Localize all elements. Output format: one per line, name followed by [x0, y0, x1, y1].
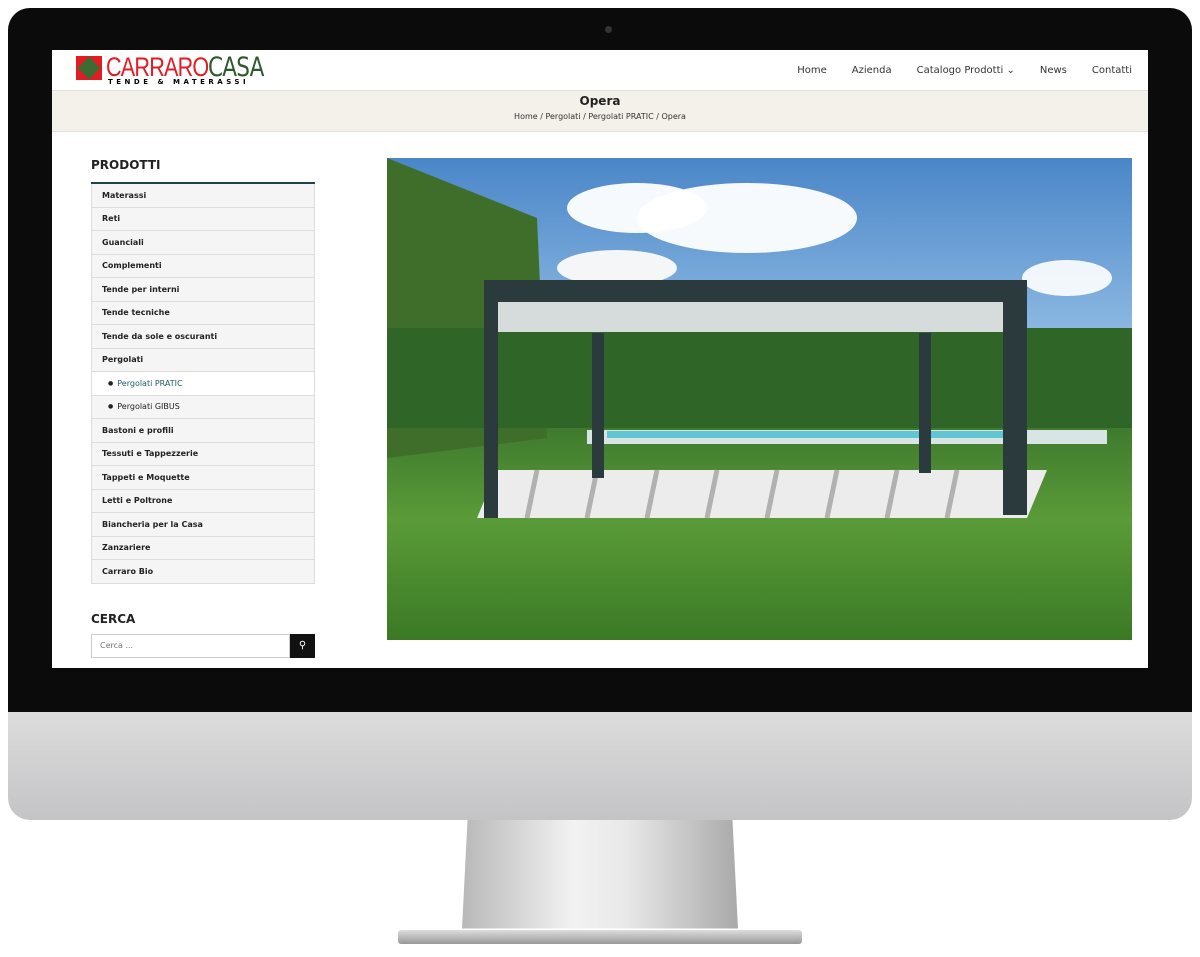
product-image — [387, 158, 1132, 640]
sidebar-item-pergolati-gibus[interactable]: Pergolati GIBUS — [91, 395, 315, 419]
title-bar: Opera Home / Pergolati / Pergolati PRATI… — [52, 90, 1148, 132]
sidebar-item-letti-e-poltrone[interactable]: Letti e Poltrone — [91, 489, 315, 513]
logo-text-green: CASA — [208, 52, 264, 83]
search-widget: CERCA ⚲ — [91, 612, 315, 658]
nav-catalogo-label: Catalogo Prodotti — [916, 64, 1004, 76]
search-input[interactable] — [91, 633, 290, 658]
sidebar-item-materassi[interactable]: Materassi — [91, 184, 315, 208]
breadcrumb-current: Opera — [661, 112, 686, 121]
sidebar-item-tende-per-interni[interactable]: Tende per interni — [91, 278, 315, 302]
monitor-base — [398, 930, 802, 944]
product-menu: Materassi Reti Guanciali Complementi Tende p… — [91, 182, 315, 584]
sidebar-item-tappeti-e-moquette[interactable]: Tappeti e Moquette — [91, 466, 315, 490]
monitor-stand — [462, 820, 738, 929]
sidebar-item-pergolati[interactable]: Pergolati — [91, 348, 315, 372]
sidebar-title: PRODOTTI — [91, 158, 161, 172]
sidebar-item-tende-tecniche[interactable]: Tende tecniche — [91, 301, 315, 325]
breadcrumb-pratic[interactable]: Pergolati PRATIC — [588, 112, 653, 121]
header: CARRARO CASA TENDE & MATERASSI Home Azien… — [52, 50, 1148, 90]
page-title: Opera — [579, 94, 621, 108]
sidebar-item-guanciali[interactable]: Guanciali — [91, 231, 315, 255]
sidebar-item-tende-da-sole-e-oscuranti[interactable]: Tende da sole e oscuranti — [91, 325, 315, 349]
search-button[interactable]: ⚲ — [290, 633, 315, 658]
nav-contatti[interactable]: Contatti — [1092, 65, 1132, 76]
nav-catalogo[interactable]: Catalogo Prodotti ⌄ — [917, 65, 1015, 76]
sidebar: PRODOTTI Materassi Reti Guanciali Complemen… — [91, 158, 315, 658]
sidebar-item-carraro-bio[interactable]: Carraro Bio — [91, 560, 315, 584]
logo-text: CARRARO — [106, 52, 209, 82]
sidebar-item-biancheria-per-la-casa[interactable]: Biancheria per la Casa — [91, 513, 315, 537]
camera — [605, 26, 612, 33]
breadcrumb: Home / Pergolati / Pergolati PRATIC / Op… — [514, 112, 686, 121]
search-title: CERCA — [91, 611, 136, 626]
sidebar-item-tessuti-e-tappezzerie[interactable]: Tessuti e Tappezzerie — [91, 442, 315, 466]
logo-mark-icon — [76, 55, 102, 80]
main-nav: Home Azienda Catalogo Prodotti ⌄ News Co… — [797, 65, 1132, 76]
sidebar-item-zanzariere[interactable]: Zanzariere — [91, 536, 315, 560]
sidebar-item-reti[interactable]: Reti — [91, 207, 315, 231]
sidebar-item-complementi[interactable]: Complementi — [91, 254, 315, 278]
logo[interactable]: CARRARO CASA TENDE & MATERASSI — [76, 54, 277, 86]
breadcrumb-pergolati[interactable]: Pergolati — [545, 112, 580, 121]
chevron-down-icon: ⌄ — [1006, 64, 1015, 76]
search-icon: ⚲ — [298, 640, 307, 651]
breadcrumb-home[interactable]: Home — [514, 112, 538, 121]
sidebar-item-pergolati-pratic[interactable]: Pergolati PRATIC — [91, 372, 315, 396]
sidebar-item-bastoni-e-profili[interactable]: Bastoni e profili — [91, 419, 315, 443]
nav-news[interactable]: News — [1040, 65, 1067, 76]
nav-azienda[interactable]: Azienda — [852, 65, 892, 76]
monitor-chin — [8, 712, 1192, 820]
website-screen: CARRARO CASA TENDE & MATERASSI Home Azien… — [52, 50, 1148, 668]
nav-home[interactable]: Home — [797, 65, 827, 76]
